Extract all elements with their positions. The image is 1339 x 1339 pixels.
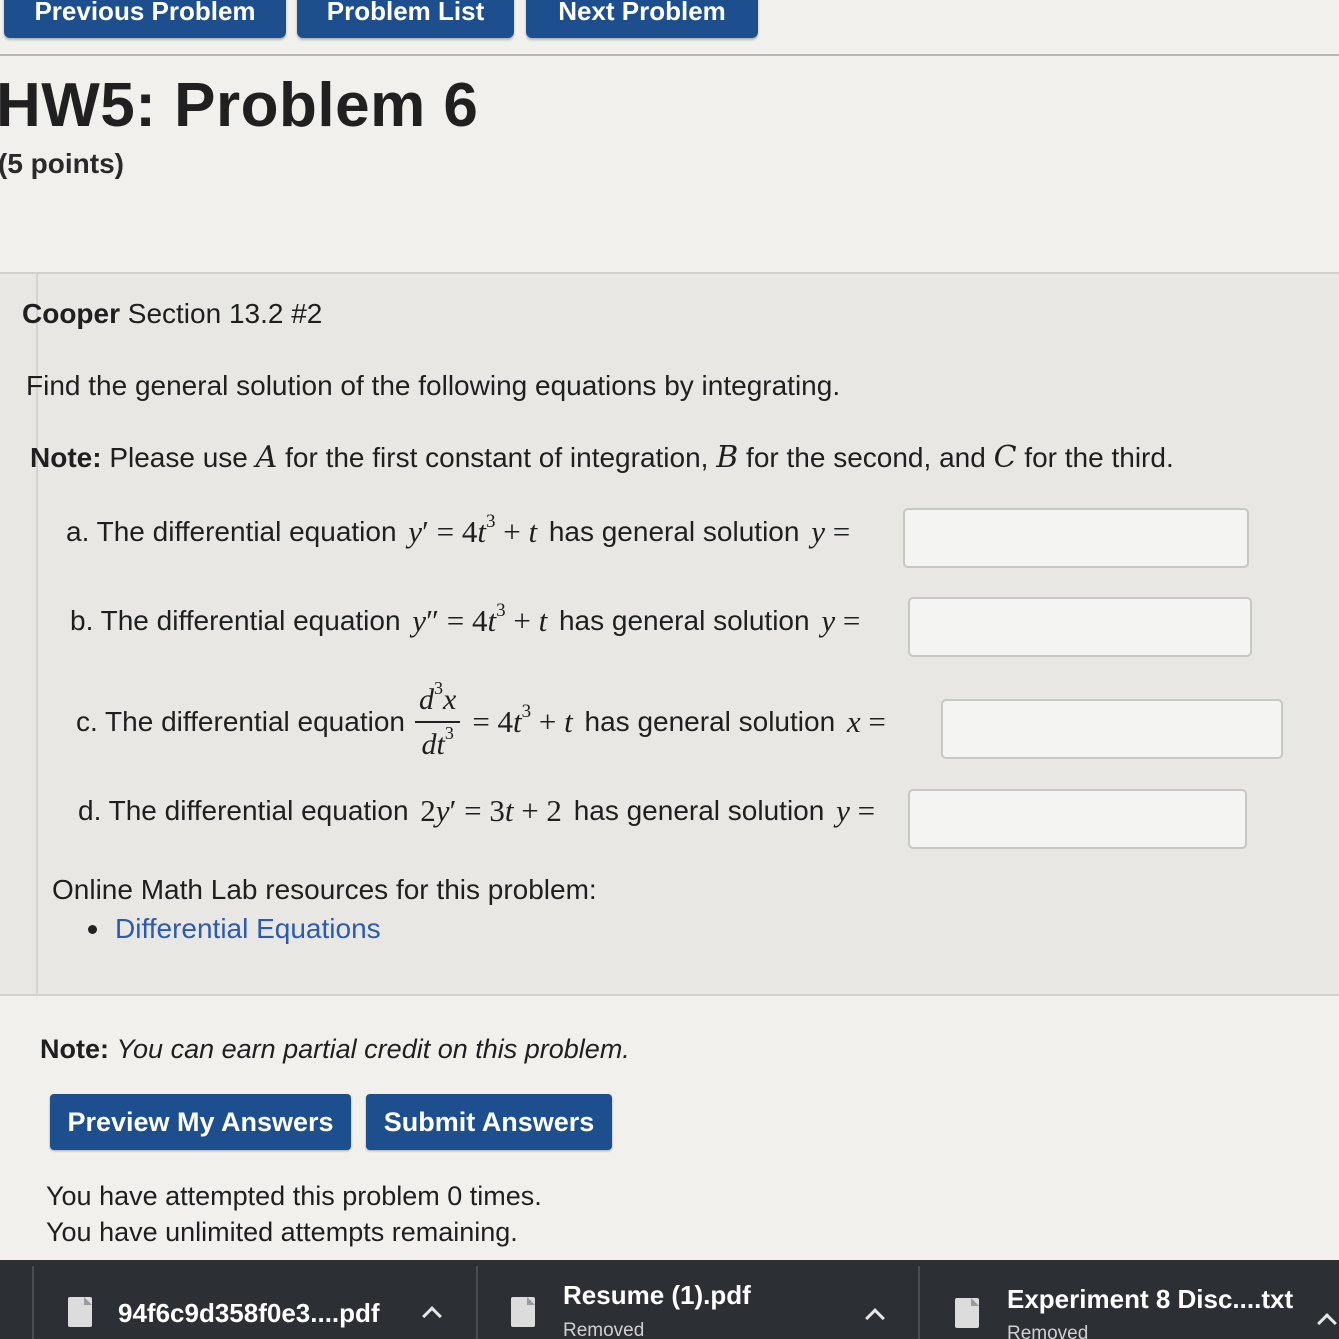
bullet-icon xyxy=(88,924,97,934)
answer-d-input[interactable] xyxy=(908,789,1247,849)
pdf-file-icon xyxy=(68,1297,92,1327)
problem-instructions: Find the general solution of the followi… xyxy=(26,370,841,401)
next-problem-button[interactable]: Next Problem xyxy=(526,0,758,38)
part-c-equation: = 4t3 + t xyxy=(472,700,573,739)
partial-credit-note: Note: You can earn partial credit on thi… xyxy=(40,1034,630,1065)
credit-note-text: You can earn partial credit on this prob… xyxy=(116,1034,630,1064)
answer-a-input[interactable] xyxy=(903,508,1249,568)
problem-source: Cooper Section 13.2 #2 xyxy=(22,298,322,330)
download-filename: Experiment 8 Disc....txt xyxy=(1007,1284,1294,1314)
download-filename: 94f6c9d358f0e3....pdf xyxy=(118,1298,380,1328)
answer-c-input[interactable] xyxy=(941,699,1283,759)
part-d-label: d. The differential equation xyxy=(78,795,409,826)
part-d: d. The differential equation 2y′ = 3t + … xyxy=(78,793,876,828)
download-filename: Resume (1).pdf xyxy=(563,1280,751,1310)
attempts-count: You have attempted this problem 0 times. xyxy=(46,1181,542,1211)
problem-list-button[interactable]: Problem List xyxy=(297,0,514,38)
top-navigation: Previous Problem Problem List Next Probl… xyxy=(0,0,1339,56)
attempts-remaining: You have unlimited attempts remaining. xyxy=(46,1217,518,1247)
source-author: Cooper xyxy=(22,298,120,329)
downloads-bar: 94f6c9d358f0e3....pdf Resume (1).pdf Rem… xyxy=(0,1260,1339,1339)
page-title: HW5: Problem 6 xyxy=(0,71,479,140)
download-status: Removed xyxy=(563,1320,645,1339)
pdf-file-icon xyxy=(511,1297,535,1327)
download-status: Removed xyxy=(1007,1323,1089,1339)
chevron-up-icon[interactable] xyxy=(1317,1313,1337,1333)
previous-problem-button[interactable]: Previous Problem xyxy=(4,0,286,38)
part-b-equation: y″ = 4t3 + t xyxy=(412,599,548,638)
constants-note: Note: Please use A for the first constan… xyxy=(30,440,1174,475)
part-b: b. The differential equation y″ = 4t3 + … xyxy=(70,599,861,638)
resources-heading: Online Math Lab resources for this probl… xyxy=(52,874,597,905)
part-c-suffix: has general solution xyxy=(584,706,836,737)
resource-list-item: Differential Equations xyxy=(88,913,381,945)
problem-points: (5 points) xyxy=(0,148,124,179)
credit-note-label: Note: xyxy=(40,1034,109,1064)
part-c: c. The differential equation d3x dt3 = 4… xyxy=(76,678,886,762)
part-d-equation: 2y′ = 3t + 2 xyxy=(412,793,570,828)
download-item-3[interactable]: Experiment 8 Disc....txt Removed xyxy=(920,1260,1339,1339)
download-item-2[interactable]: Resume (1).pdf Removed xyxy=(478,1260,920,1339)
part-a-suffix: has general solution xyxy=(548,516,800,547)
chevron-up-icon[interactable] xyxy=(422,1306,442,1326)
part-c-derivative: d3x dt3 xyxy=(414,678,461,762)
part-c-label: c. The differential equation xyxy=(76,706,405,737)
part-d-suffix: has general solution xyxy=(573,795,825,826)
attempts-info: You have attempted this problem 0 times.… xyxy=(46,1178,542,1250)
source-section: Section 13.2 #2 xyxy=(120,298,323,329)
part-a-equation: y′ = 4t3 + t xyxy=(408,510,538,549)
part-b-suffix: has general solution xyxy=(558,605,810,636)
nav-divider xyxy=(0,54,1339,56)
differential-equations-link[interactable]: Differential Equations xyxy=(115,913,381,945)
part-a: a. The differential equation y′ = 4t3 + … xyxy=(66,510,851,549)
answer-b-input[interactable] xyxy=(908,597,1252,657)
part-a-label: a. The differential equation xyxy=(66,516,397,547)
text-file-icon xyxy=(955,1298,979,1328)
chevron-up-icon[interactable] xyxy=(865,1308,885,1328)
preview-answers-button[interactable]: Preview My Answers xyxy=(50,1094,351,1150)
note-label: Note: xyxy=(30,442,102,473)
part-b-label: b. The differential equation xyxy=(70,605,401,636)
download-item-1[interactable]: 94f6c9d358f0e3....pdf xyxy=(0,1260,478,1339)
submit-answers-button[interactable]: Submit Answers xyxy=(366,1094,612,1150)
